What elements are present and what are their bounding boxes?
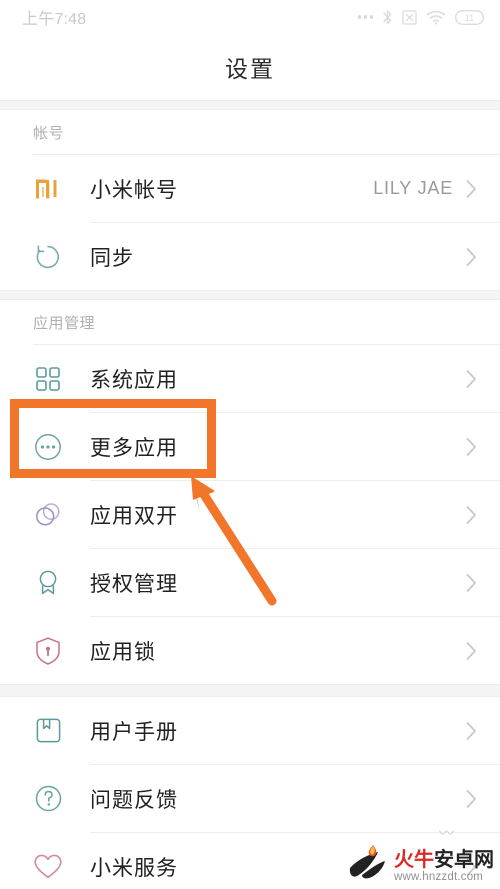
row-system-apps[interactable]: 系统应用 [0, 345, 500, 412]
row-dual-apps[interactable]: 应用双开 [0, 481, 500, 548]
row-label: 同步 [90, 246, 134, 270]
site-watermark: 火牛安卓网 www.hnzzdt.com [344, 839, 494, 883]
chevron-right-icon [465, 368, 478, 390]
no-sim-icon [402, 9, 417, 25]
row-label: 用户手册 [90, 720, 178, 744]
section-gap-top [0, 100, 500, 110]
row-label: 授权管理 [90, 572, 178, 596]
row-label: 小米服务 [90, 856, 178, 880]
row-feedback[interactable]: 问题反馈 [0, 765, 500, 832]
status-bar: 上午7:48 11 [0, 0, 500, 34]
authorization-badge-icon [28, 563, 68, 603]
page-title: 设置 [225, 56, 275, 82]
row-sync[interactable]: 同步 [0, 223, 500, 290]
watermark-name-red: 火牛 [394, 848, 434, 871]
row-label: 系统应用 [90, 368, 178, 392]
row-mi-account[interactable]: 小米帐号 LILY JAE [0, 155, 500, 222]
watermark-name-black: 安卓网 [434, 848, 494, 871]
feedback-question-icon [28, 779, 68, 819]
row-label: 问题反馈 [90, 788, 178, 812]
section-gap-help [0, 684, 500, 697]
chevron-right-icon [465, 640, 478, 662]
chevron-right-icon [465, 436, 478, 458]
more-apps-dots-icon [28, 427, 68, 467]
mi-logo-icon [28, 169, 68, 209]
row-user-manual[interactable]: 用户手册 [0, 697, 500, 764]
chevron-right-icon [465, 504, 478, 526]
user-manual-book-icon [28, 711, 68, 751]
chevron-right-icon [465, 788, 478, 810]
row-label: 小米帐号 [90, 178, 178, 202]
watermark-text: 火牛安卓网 www.hnzzdt.com [394, 850, 494, 884]
row-label: 应用锁 [90, 640, 156, 664]
group-account: 帐号 小米帐号 LILY JAE 同步 [0, 110, 500, 290]
chevron-right-icon [465, 572, 478, 594]
group-header-app-management: 应用管理 [33, 314, 96, 332]
row-more-apps[interactable]: 更多应用 [0, 413, 500, 480]
settings-screen: 上午7:48 11 设置 帐号 小米帐号 LILY JAE 同步 应用管理 系统… [0, 0, 500, 889]
watermark-name: 火牛安卓网 [394, 850, 494, 870]
battery-icon: 11 [455, 9, 484, 25]
more-dots-icon [357, 15, 373, 19]
bluetooth-icon [382, 9, 393, 26]
wifi-icon [426, 10, 446, 25]
grid-apps-icon [28, 359, 68, 399]
mi-service-heart-icon [28, 847, 68, 887]
group-header-account: 帐号 [33, 124, 65, 142]
group-app-management: 应用管理 系统应用 更多应用 应用双开 授权管理 应用锁 [0, 300, 500, 684]
mi-account-value: LILY JAE [373, 178, 453, 198]
row-label: 应用双开 [90, 504, 178, 528]
status-bar-icons: 11 [357, 9, 485, 26]
section-gap-apps [0, 290, 500, 300]
sync-icon [28, 237, 68, 277]
row-app-lock[interactable]: 应用锁 [0, 617, 500, 684]
title-bar: 设置 [0, 34, 500, 100]
chevron-right-icon [465, 720, 478, 742]
status-bar-time: 上午7:48 [22, 11, 87, 28]
dual-apps-icon [28, 495, 68, 535]
watermark-logo-icon [349, 845, 385, 879]
row-label: 更多应用 [90, 436, 178, 460]
chevron-right-icon [465, 246, 478, 268]
row-authorization-management[interactable]: 授权管理 [0, 549, 500, 616]
app-lock-shield-icon [28, 631, 68, 671]
chevron-right-icon [465, 178, 478, 200]
watermark-url: www.hnzzdt.com [394, 870, 484, 883]
svg-text:11: 11 [465, 13, 474, 23]
